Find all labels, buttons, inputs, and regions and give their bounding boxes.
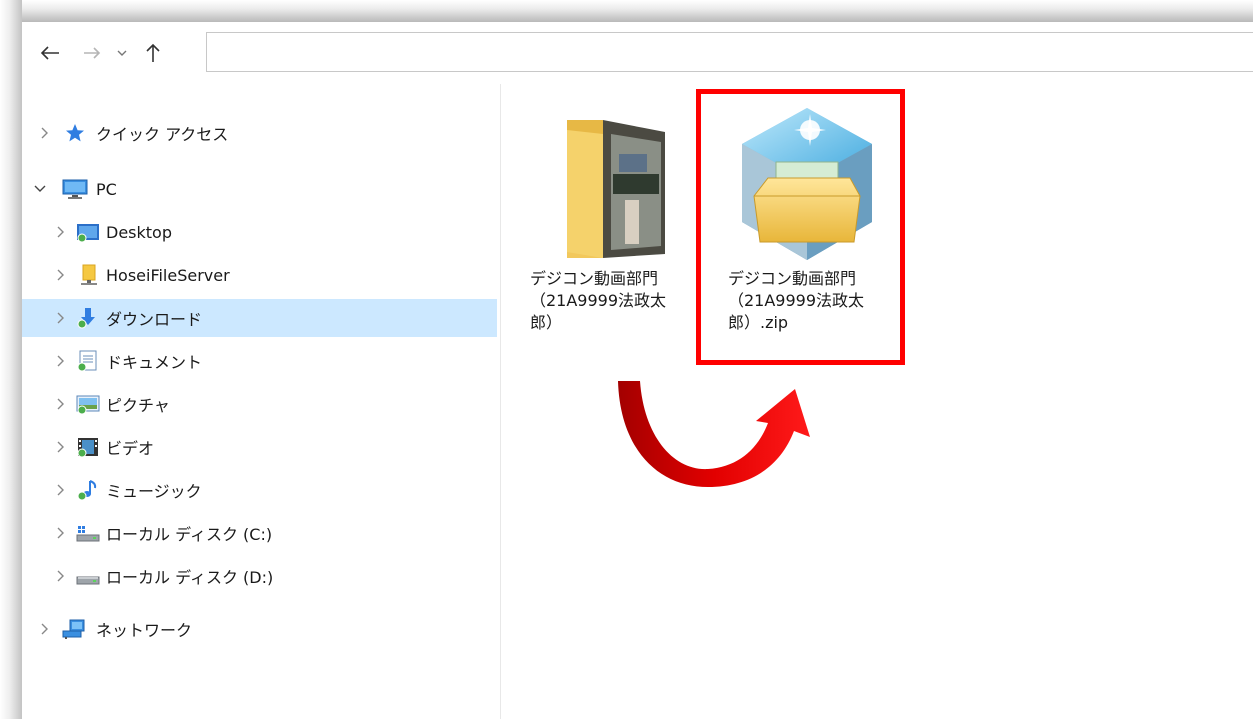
chevron-right-icon[interactable] [52, 224, 68, 240]
pane-divider [500, 84, 501, 719]
sidebar-item-pc[interactable]: PC [22, 170, 497, 208]
chevron-right-icon[interactable] [52, 267, 68, 283]
network-icon [62, 618, 85, 640]
chevron-right-icon[interactable] [52, 353, 68, 369]
sidebar-item-local-disk-c[interactable]: ローカル ディスク (C:) [22, 514, 497, 552]
star-icon [64, 122, 86, 144]
chevron-right-icon[interactable] [52, 568, 68, 584]
sidebar-item-desktop[interactable]: Desktop [22, 213, 497, 251]
sidebar-item-label: ミュージック [106, 482, 202, 501]
sidebar-item-music[interactable]: ミュージック [22, 471, 497, 509]
chevron-right-icon[interactable] [52, 482, 68, 498]
chevron-right-icon[interactable] [52, 310, 68, 326]
sidebar-item-videos[interactable]: ビデオ [22, 428, 497, 466]
sidebar-item-label: ネットワーク [96, 621, 193, 640]
photo-folder-icon [563, 114, 673, 268]
arrow-left-icon [40, 46, 59, 60]
window-shadow-left [0, 0, 22, 719]
chevron-right-icon[interactable] [52, 439, 68, 455]
sidebar-item-label: Desktop [106, 222, 172, 242]
chevron-right-icon[interactable] [36, 621, 52, 637]
sidebar-item-label: ローカル ディスク (D:) [106, 568, 274, 587]
sidebar-item-label: ドキュメント [106, 353, 203, 372]
chevron-right-icon[interactable] [52, 396, 68, 412]
desktop-folder-icon [76, 221, 99, 243]
chevron-right-icon[interactable] [36, 125, 52, 141]
sidebar-item-label: ダウンロード [106, 310, 203, 329]
file-name: デジコン動画部門 （21A9999法政太 郎） [530, 268, 700, 334]
curved-arrow-icon [600, 375, 820, 499]
drive-icon [76, 565, 100, 587]
navigation-pane: クイック アクセス PC Desktop HoseiFileServer ダウン… [22, 84, 500, 719]
sidebar-item-label: ローカル ディスク (C:) [106, 525, 273, 544]
system-drive-icon [76, 522, 100, 544]
sidebar-item-label: PC [96, 179, 117, 199]
pictures-folder-icon [76, 393, 100, 415]
chevron-down-icon[interactable] [32, 181, 48, 197]
recent-locations-button[interactable] [112, 39, 132, 67]
arrow-right-icon [84, 47, 101, 59]
sidebar-item-local-disk-d[interactable]: ローカル ディスク (D:) [22, 557, 497, 595]
network-folder-icon [78, 264, 100, 286]
address-bar[interactable] [206, 32, 1253, 72]
file-item-folder[interactable]: デジコン動画部門 （21A9999法政太 郎） [520, 100, 700, 360]
sidebar-item-documents[interactable]: ドキュメント [22, 342, 497, 380]
sidebar-item-label: ピクチャ [106, 396, 170, 415]
window-shadow-top [14, 0, 1253, 22]
arrow-up-icon [146, 43, 160, 62]
zip-highlight-box [696, 89, 905, 365]
documents-folder-icon [76, 350, 98, 372]
back-button[interactable] [34, 39, 66, 67]
sidebar-item-network[interactable]: ネットワーク [22, 610, 497, 648]
sidebar-item-pictures[interactable]: ピクチャ [22, 385, 497, 423]
computer-icon [62, 178, 88, 200]
sidebar-item-downloads[interactable]: ダウンロード [22, 299, 497, 337]
up-button[interactable] [138, 39, 168, 67]
navigation-bar [22, 22, 1253, 84]
downloads-folder-icon [76, 307, 98, 329]
sidebar-item-label: HoseiFileServer [106, 265, 230, 285]
music-folder-icon [76, 479, 98, 501]
chevron-right-icon[interactable] [52, 525, 68, 541]
forward-button[interactable] [78, 39, 106, 67]
sidebar-item-label: ビデオ [106, 439, 155, 458]
file-name-line: 郎） [530, 313, 563, 332]
videos-folder-icon [76, 436, 98, 458]
sidebar-item-quick-access[interactable]: クイック アクセス [22, 114, 497, 152]
file-name-line: （21A9999法政太 [530, 291, 667, 310]
file-name-line: デジコン動画部門 [530, 269, 659, 288]
chevron-down-icon [117, 50, 127, 56]
sidebar-item-hoseifileserver[interactable]: HoseiFileServer [22, 256, 497, 294]
sidebar-item-label: クイック アクセス [96, 125, 229, 144]
